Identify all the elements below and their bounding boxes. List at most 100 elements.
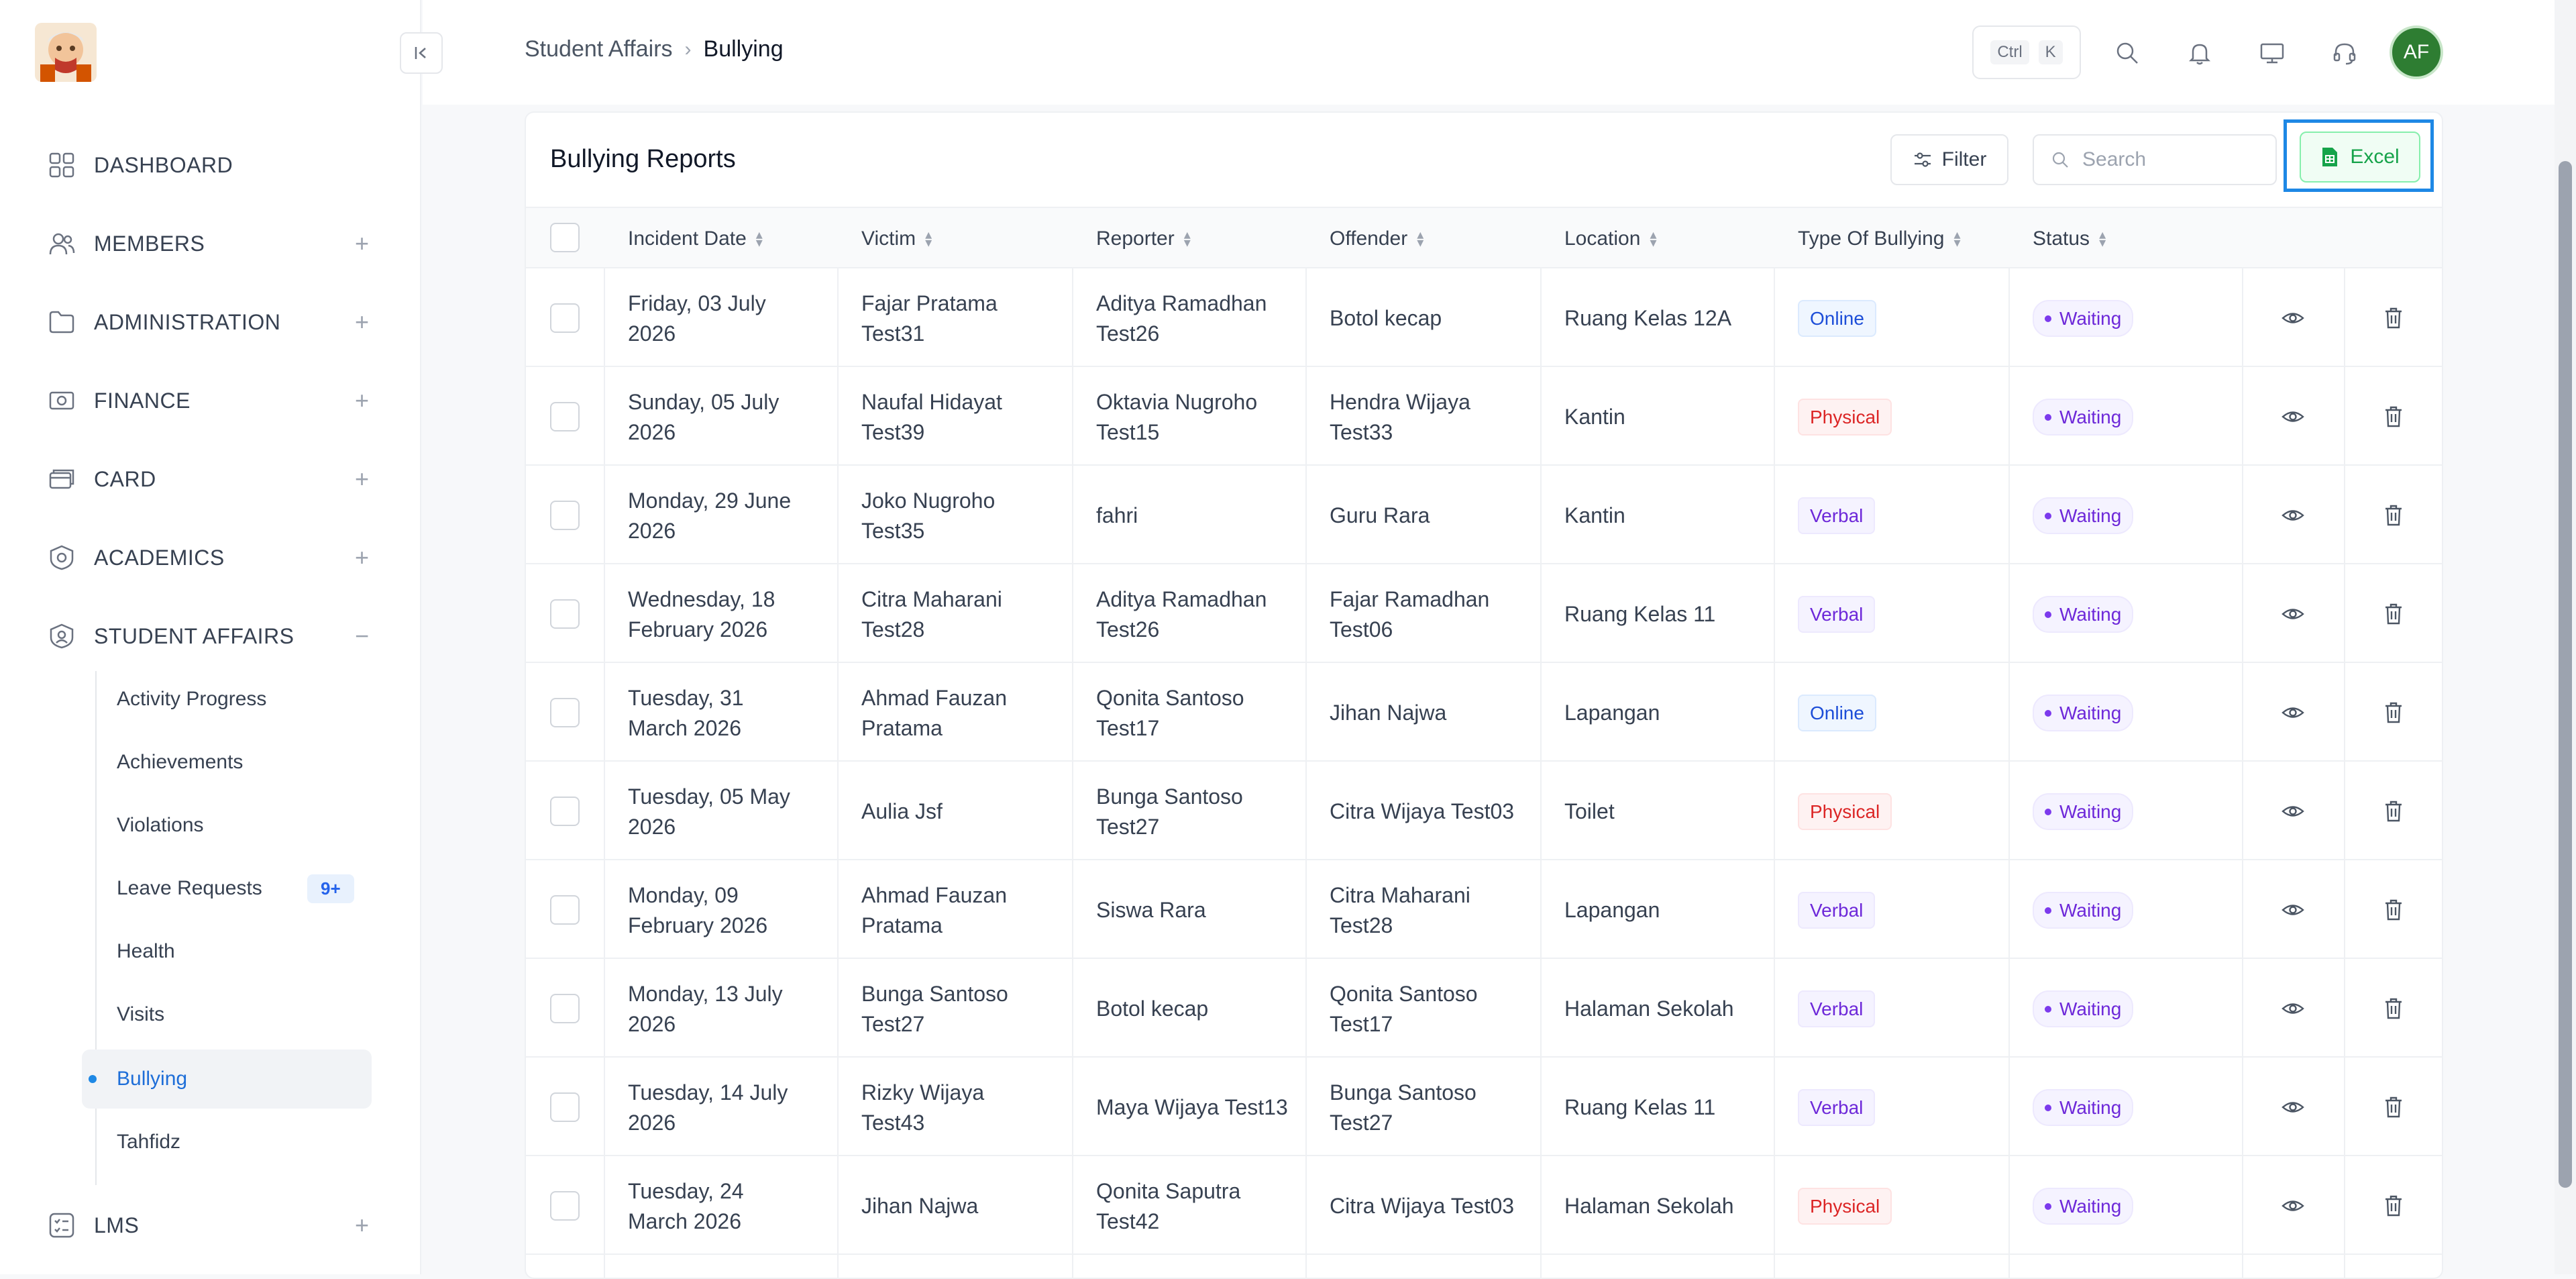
- column-header-victim[interactable]: Victim ▴ ▾: [861, 208, 932, 270]
- column-header-offender[interactable]: Offender ▴ ▾: [1330, 208, 1424, 270]
- sort-icon: ▴ ▾: [2099, 227, 2106, 250]
- select-all-checkbox[interactable]: [550, 223, 580, 252]
- sidebar-subitem-activity-progress[interactable]: Activity Progress: [82, 670, 372, 729]
- delete-trash-icon[interactable]: [2376, 1188, 2411, 1223]
- view-eye-icon[interactable]: [2275, 301, 2310, 336]
- row-checkbox[interactable]: [550, 797, 580, 826]
- sidebar-item-finance[interactable]: FINANCE +: [47, 380, 369, 421]
- row-checkbox[interactable]: [550, 994, 580, 1023]
- delete-trash-icon[interactable]: [2376, 301, 2411, 336]
- view-eye-icon[interactable]: [2275, 892, 2310, 927]
- monitor-icon[interactable]: [2251, 32, 2293, 74]
- sidebar-subitem-bullying[interactable]: Bullying: [82, 1050, 372, 1109]
- command-palette-shortcut[interactable]: Ctrl K: [1972, 25, 2081, 79]
- row-checkbox[interactable]: [550, 402, 580, 431]
- sidebar-subitem-visits[interactable]: Visits: [82, 985, 372, 1044]
- view-eye-icon[interactable]: [2275, 399, 2310, 434]
- sidebar-subitem-leave-requests[interactable]: Leave Requests 9+: [82, 859, 372, 918]
- search-icon[interactable]: [2106, 32, 2148, 74]
- sidebar-item-lms[interactable]: LMS +: [47, 1205, 369, 1245]
- view-eye-icon[interactable]: [2275, 991, 2310, 1026]
- table-row[interactable]: Monday, 09 February 2026 Ahmad Fauzan Pra…: [526, 862, 2442, 959]
- sort-icon: ▴ ▾: [1953, 227, 1961, 250]
- scrollbar-thumb[interactable]: [2559, 161, 2572, 1188]
- sidebar-item-members[interactable]: MEMBERS +: [47, 223, 369, 264]
- collapse-sidebar-button[interactable]: [400, 32, 443, 74]
- view-eye-icon[interactable]: [2275, 498, 2310, 533]
- expand-icon[interactable]: +: [355, 546, 369, 570]
- sidebar-item-label: DASHBOARD: [94, 152, 233, 177]
- sidebar-item-student-affairs[interactable]: STUDENT AFFAIRS −: [47, 616, 369, 656]
- bullying-type-badge: Verbal: [1798, 595, 1876, 633]
- delete-trash-icon[interactable]: [2376, 597, 2411, 631]
- offender-cell: Citra Wijaya Test03: [1330, 1194, 1515, 1219]
- offender-cell: Bunga Santoso Test27: [1330, 1080, 1477, 1135]
- incident-date-cell: Sunday, 05 July 2026: [628, 389, 780, 444]
- table-row[interactable]: Friday, 03 July 2026 Fajar Pratama Test31…: [526, 270, 2442, 367]
- table-row[interactable]: Tuesday, 05 May 2026 Aulia Jsf Bunga Santo…: [526, 763, 2442, 860]
- delete-trash-icon[interactable]: [2376, 892, 2411, 927]
- school-logo[interactable]: [35, 23, 97, 82]
- expand-icon[interactable]: +: [355, 232, 369, 256]
- table-row[interactable]: Tuesday, 14 July 2026 Rizky Wijaya Test43…: [526, 1059, 2442, 1156]
- view-eye-icon[interactable]: [2275, 1188, 2310, 1223]
- collapse-icon[interactable]: −: [355, 624, 369, 648]
- delete-trash-icon[interactable]: [2376, 399, 2411, 434]
- victim-cell: Rizky Wijaya Test43: [861, 1080, 985, 1135]
- column-label: Victim: [861, 227, 916, 250]
- expand-icon[interactable]: +: [355, 1213, 369, 1237]
- view-eye-icon[interactable]: [2275, 695, 2310, 730]
- search-box[interactable]: [2033, 134, 2277, 185]
- sidebar-item-academics[interactable]: ACADEMICS +: [47, 538, 369, 578]
- delete-trash-icon[interactable]: [2376, 695, 2411, 730]
- breadcrumb-parent[interactable]: Student Affairs: [525, 36, 673, 62]
- column-header-incident-date[interactable]: Incident Date ▴ ▾: [628, 208, 763, 270]
- row-checkbox[interactable]: [550, 895, 580, 925]
- view-eye-icon[interactable]: [2275, 597, 2310, 631]
- row-checkbox[interactable]: [550, 303, 580, 333]
- sidebar-item-administration[interactable]: ADMINISTRATION +: [47, 302, 369, 342]
- bullying-type-badge: Verbal: [1798, 891, 1876, 929]
- table-row[interactable]: Monday, 29 June 2026 Joko Nugroho Test35 f…: [526, 467, 2442, 564]
- row-checkbox[interactable]: [550, 698, 580, 727]
- column-header-status[interactable]: Status ▴ ▾: [2033, 208, 2106, 270]
- sidebar-subitem-violations[interactable]: Violations: [82, 796, 372, 855]
- delete-trash-icon[interactable]: [2376, 794, 2411, 829]
- expand-icon[interactable]: +: [355, 389, 369, 413]
- table-row[interactable]: Tuesday, 24 March 2026 Jihan Najwa Qonita …: [526, 1158, 2442, 1255]
- column-header-type[interactable]: Type Of Bullying ▴ ▾: [1798, 208, 1960, 270]
- student-affairs-icon: [47, 621, 76, 651]
- delete-trash-icon[interactable]: [2376, 498, 2411, 533]
- export-excel-button[interactable]: Excel: [2300, 132, 2420, 183]
- sidebar-item-card[interactable]: CARD +: [47, 459, 369, 499]
- delete-trash-icon[interactable]: [2376, 1090, 2411, 1125]
- row-checkbox[interactable]: [550, 1092, 580, 1122]
- sidebar-subitem-health[interactable]: Health: [82, 922, 372, 981]
- view-eye-icon[interactable]: [2275, 1090, 2310, 1125]
- status-label: Waiting: [2059, 702, 2122, 723]
- status-badge: Waiting: [2033, 497, 2134, 535]
- row-checkbox[interactable]: [550, 1191, 580, 1221]
- bell-icon[interactable]: [2179, 32, 2220, 74]
- filter-button[interactable]: Filter: [1890, 134, 2008, 185]
- search-input[interactable]: [2082, 148, 2257, 171]
- table-row[interactable]: Sunday, 05 July 2026 Naufal Hidayat Test3…: [526, 368, 2442, 466]
- headset-icon[interactable]: [2324, 32, 2365, 74]
- table-row[interactable]: Wednesday, 18 February 2026 Citra Maharan…: [526, 566, 2442, 663]
- sidebar-subitem-tahfidz[interactable]: Tahfidz: [82, 1113, 372, 1172]
- view-eye-icon[interactable]: [2275, 794, 2310, 829]
- table-row[interactable]: Tuesday, 31 March 2026 Ahmad Fauzan Prata…: [526, 664, 2442, 762]
- column-header-location[interactable]: Location ▴ ▾: [1564, 208, 1656, 270]
- delete-trash-icon[interactable]: [2376, 991, 2411, 1026]
- expand-icon[interactable]: +: [355, 310, 369, 334]
- sidebar-subitem-achievements[interactable]: Achievements: [82, 733, 372, 792]
- table-row[interactable]: Monday, 13 July 2026 Bunga Santoso Test27…: [526, 960, 2442, 1058]
- sidebar-item-dashboard[interactable]: DASHBOARD: [47, 145, 369, 185]
- row-checkbox[interactable]: [550, 599, 580, 629]
- row-checkbox[interactable]: [550, 501, 580, 530]
- victim-cell: Naufal Hidayat Test39: [861, 389, 1002, 444]
- status-badge: Waiting: [2033, 595, 2134, 633]
- expand-icon[interactable]: +: [355, 467, 369, 491]
- user-avatar[interactable]: AF: [2390, 25, 2443, 79]
- column-header-reporter[interactable]: Reporter ▴ ▾: [1096, 208, 1191, 270]
